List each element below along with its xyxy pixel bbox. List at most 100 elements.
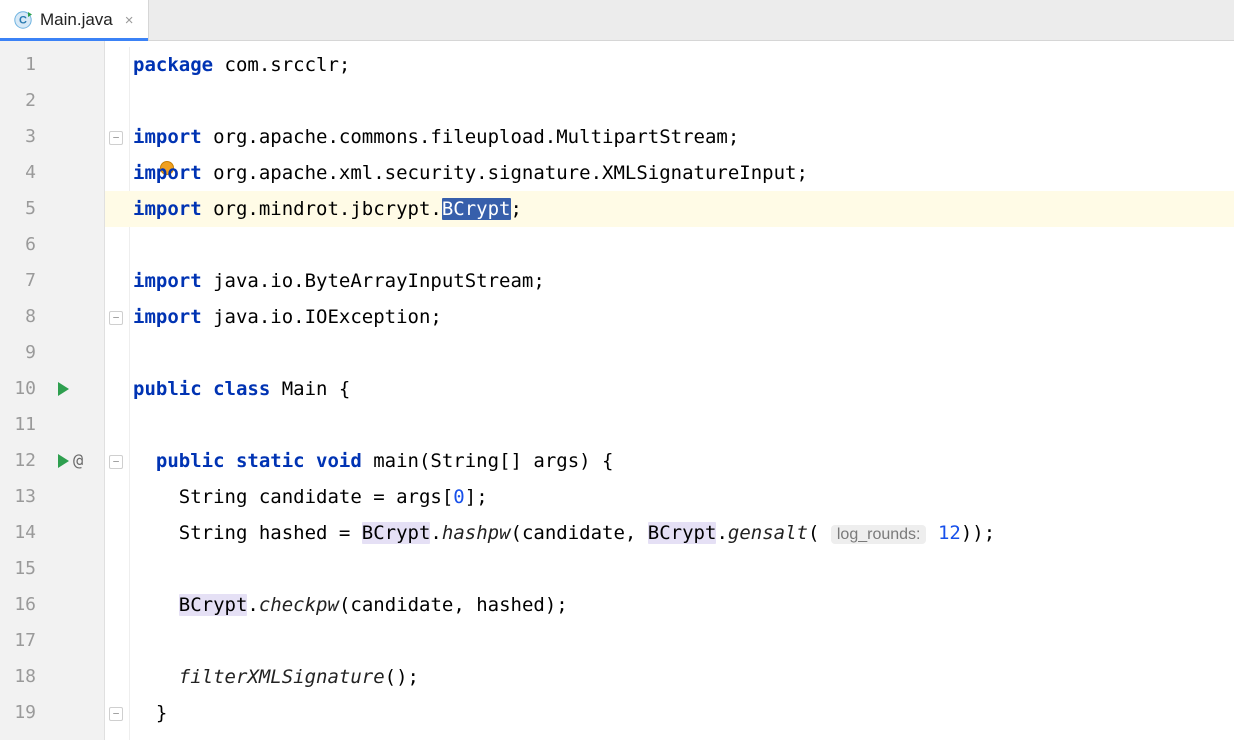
code-area[interactable]: package com.srcclr; import org.apache.com… (105, 41, 1234, 740)
line-number: 15 (0, 551, 40, 587)
line-number: 2 (0, 83, 40, 119)
token: java.io.ByteArrayInputStream; (213, 270, 545, 292)
token-it: checkpw (259, 594, 339, 616)
token: (); (385, 666, 419, 688)
code-line[interactable]: import org.apache.commons.fileupload.Mul… (105, 119, 1234, 155)
override-icon[interactable]: @ (73, 443, 83, 479)
token (133, 594, 179, 616)
token-kw: package (133, 54, 225, 76)
token: ]; (465, 486, 488, 508)
gutter[interactable]: 123456789101112@13141516171819 (0, 41, 105, 740)
gutter-row[interactable]: 9 (0, 335, 104, 371)
token-kw: import (133, 162, 213, 184)
token (133, 666, 179, 688)
code-line[interactable]: public static void main(String[] args) { (105, 443, 1234, 479)
gutter-row[interactable]: 19 (0, 695, 104, 731)
token: ; (511, 198, 522, 220)
line-number: 18 (0, 659, 40, 695)
close-icon[interactable]: × (125, 13, 134, 28)
token-num: 0 (453, 486, 464, 508)
token: (candidate, hashed); (339, 594, 568, 616)
code-line[interactable] (105, 83, 1234, 119)
token: String candidate = args[ (133, 486, 453, 508)
token-usage: BCrypt (179, 594, 248, 616)
code-line[interactable]: } (105, 695, 1234, 731)
token (133, 450, 156, 472)
gutter-row[interactable]: 16 (0, 587, 104, 623)
code-line[interactable] (105, 623, 1234, 659)
gutter-row[interactable]: 13 (0, 479, 104, 515)
editor-tab-main-java[interactable]: C Main.java × (0, 0, 149, 40)
code-line[interactable]: import java.io.ByteArrayInputStream; (105, 263, 1234, 299)
line-number: 16 (0, 587, 40, 623)
token: . (716, 522, 727, 544)
gutter-row[interactable]: 1 (0, 47, 104, 83)
gutter-row[interactable]: 12 @ (0, 443, 104, 479)
code-line[interactable] (105, 551, 1234, 587)
line-number: 13 (0, 479, 40, 515)
gutter-row[interactable]: 4 (0, 155, 104, 191)
token-it: filterXMLSignature (179, 666, 385, 688)
token-it: gensalt (728, 522, 808, 544)
token: String hashed = (133, 522, 362, 544)
code-line[interactable]: public class Main { (105, 371, 1234, 407)
token-usage: BCrypt (648, 522, 717, 544)
code-line[interactable]: import org.apache.xml.security.signature… (105, 155, 1234, 191)
gutter-row[interactable]: 3 (0, 119, 104, 155)
line-number: 19 (0, 695, 40, 731)
token-kw: import (133, 306, 213, 328)
code-line[interactable]: filterXMLSignature(); (105, 659, 1234, 695)
token-kw: import (133, 126, 213, 148)
gutter-icons: @ (40, 443, 104, 479)
gutter-row[interactable]: 6 (0, 227, 104, 263)
line-number: 12 (0, 443, 40, 479)
line-number: 11 (0, 407, 40, 443)
code-line[interactable] (105, 407, 1234, 443)
gutter-row[interactable]: 17 (0, 623, 104, 659)
run-icon[interactable] (58, 454, 69, 468)
code-line[interactable]: String hashed = BCrypt.hashpw(candidate,… (105, 515, 1234, 551)
gutter-row[interactable]: 7 (0, 263, 104, 299)
gutter-row[interactable]: 2 (0, 83, 104, 119)
token: java.io.IOException; (213, 306, 442, 328)
line-number: 9 (0, 335, 40, 371)
token: } (133, 702, 167, 724)
line-number: 14 (0, 515, 40, 551)
gutter-row[interactable]: 18 (0, 659, 104, 695)
token-kw: public static void (156, 450, 373, 472)
token-kw: import (133, 198, 213, 220)
token: (candidate, (511, 522, 648, 544)
gutter-row[interactable]: 15 (0, 551, 104, 587)
token: . (247, 594, 258, 616)
gutter-row[interactable]: 14 (0, 515, 104, 551)
token: org.mindrot.jbcrypt. (213, 198, 442, 220)
token-usage: BCrypt (362, 522, 431, 544)
editor-tabbar: C Main.java × (0, 0, 1234, 41)
code-line[interactable]: String candidate = args[0]; (105, 479, 1234, 515)
code-line[interactable]: package com.srcclr; (105, 47, 1234, 83)
token-it: hashpw (442, 522, 511, 544)
code-line[interactable]: import org.mindrot.jbcrypt.BCrypt; (105, 191, 1234, 227)
gutter-icons (40, 382, 104, 396)
run-icon[interactable] (58, 382, 69, 396)
token-sel: BCrypt (442, 198, 511, 220)
code-line[interactable]: import java.io.IOException; (105, 299, 1234, 335)
code-line[interactable] (105, 227, 1234, 263)
line-number: 17 (0, 623, 40, 659)
gutter-row[interactable]: 11 (0, 407, 104, 443)
token-kw: import (133, 270, 213, 292)
svg-text:C: C (19, 15, 27, 27)
code-editor[interactable]: 123456789101112@13141516171819 package c… (0, 41, 1234, 740)
code-line[interactable] (105, 335, 1234, 371)
token (926, 522, 937, 544)
token: )); (961, 522, 995, 544)
token: . (430, 522, 441, 544)
line-number: 3 (0, 119, 40, 155)
gutter-row[interactable]: 5 (0, 191, 104, 227)
token: main(String[] args) { (373, 450, 613, 472)
code-line[interactable]: BCrypt.checkpw(candidate, hashed); (105, 587, 1234, 623)
gutter-row[interactable]: 8 (0, 299, 104, 335)
line-number: 4 (0, 155, 40, 191)
gutter-row[interactable]: 10 (0, 371, 104, 407)
parameter-hint: log_rounds: (831, 525, 927, 544)
